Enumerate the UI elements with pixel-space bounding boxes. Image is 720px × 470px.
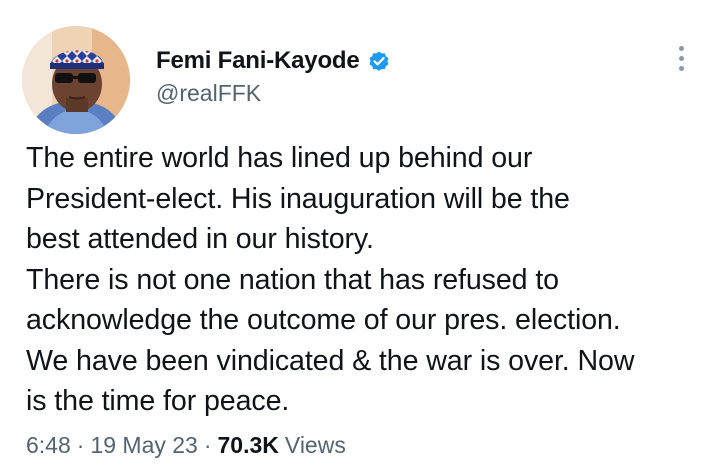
display-name[interactable]: Femi Fani-Kayode xyxy=(156,47,360,75)
more-dot xyxy=(678,45,684,51)
tweet-text-line: The entire world has lined up behind our xyxy=(26,142,533,174)
author-block: Femi Fani-Kayode @realFFK xyxy=(156,44,391,107)
meta-separator: · xyxy=(76,432,85,458)
tweet-text-line: We have been vindicated & the war is ove… xyxy=(26,344,635,377)
avatar[interactable] xyxy=(22,26,130,134)
tweet-meta: 6:48 · 19 May 23 · 70.3K Views xyxy=(26,432,346,459)
verified-badge-icon xyxy=(367,49,391,73)
handle[interactable]: @realFFK xyxy=(156,80,391,107)
more-dot xyxy=(678,55,684,61)
tweet-text-line: is the time for peace. xyxy=(26,385,290,417)
tweet-card: Femi Fani-Kayode @realFFK The entire wor… xyxy=(0,0,720,470)
tweet-date[interactable]: 19 May 23 xyxy=(90,432,197,459)
tweet-text-line: There is not one nation that has refused… xyxy=(26,263,559,296)
tweet-text: The entire world has lined up behind our… xyxy=(26,138,716,422)
tweet-time[interactable]: 6:48 xyxy=(26,432,71,459)
more-dot xyxy=(678,65,684,71)
tweet-text-line: acknowledge the outcome of our pres. ele… xyxy=(26,304,621,336)
views-label: Views xyxy=(284,432,346,458)
view-count[interactable]: 70.3K xyxy=(218,432,279,459)
profile-photo-icon xyxy=(22,26,130,134)
tweet-text-line: best attended in our history. xyxy=(26,223,374,255)
more-vertical-icon[interactable] xyxy=(666,40,696,76)
tweet-text-line: President-elect. His inauguration will b… xyxy=(26,182,570,215)
name-row: Femi Fani-Kayode xyxy=(156,44,391,78)
meta-separator: · xyxy=(203,432,212,458)
